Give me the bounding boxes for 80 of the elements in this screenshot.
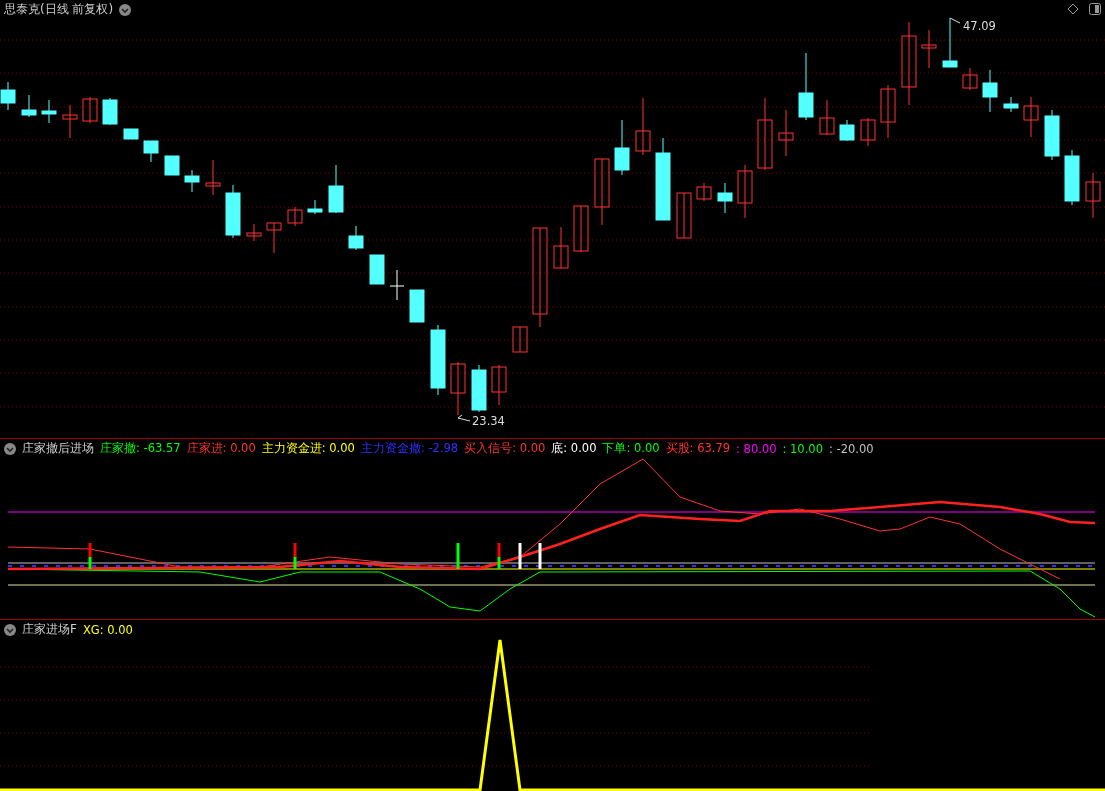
candlestick [717, 182, 733, 214]
candlestick [369, 254, 385, 285]
candlestick [696, 182, 712, 202]
chart-title: 思泰克(日线 前复权) [4, 1, 114, 18]
indicator-value: XG: 0.00 [82, 622, 133, 637]
candlestick [921, 29, 937, 69]
signal-bar [293, 543, 297, 569]
candlestick [880, 84, 896, 139]
candlestick [962, 67, 978, 91]
candlestick [450, 361, 466, 416]
candlestick [205, 159, 221, 196]
candlestick [491, 364, 507, 406]
candlestick [409, 289, 425, 323]
high-price-marker [949, 17, 961, 24]
signal-bar [518, 543, 522, 569]
low-price-label: 23.34 [472, 414, 505, 428]
indicator-name: 庄家撤后进场 [22, 440, 94, 457]
candlestick [1085, 172, 1101, 219]
dropdown-icon[interactable] [4, 623, 16, 636]
indicator-value: : 80.00 [736, 441, 777, 456]
candlestick [102, 97, 118, 126]
indicator-value: 底: 0.00 [551, 441, 597, 456]
signal-bar [538, 543, 542, 569]
candlestick [594, 158, 610, 226]
candlestick [982, 69, 998, 113]
candlestick [1044, 109, 1060, 161]
candlestick [184, 169, 200, 193]
candlestick [778, 109, 794, 157]
panel-toggle-icon[interactable] [1089, 3, 1101, 15]
candlestick [123, 128, 139, 140]
candlestick [553, 226, 569, 269]
candlestick [348, 225, 364, 251]
indicator-value: 庄家撤: -63.57 [100, 441, 181, 456]
signal-bar [497, 543, 501, 569]
candlestick [328, 164, 344, 214]
candlestick [819, 99, 835, 136]
signal-bar [88, 543, 92, 569]
candlestick [471, 364, 487, 413]
candlestick [1023, 96, 1039, 138]
dropdown-icon[interactable] [4, 442, 16, 455]
candlestick [635, 97, 651, 156]
indicator-value: 主力资金进: 0.00 [261, 441, 355, 456]
candlestick [21, 94, 37, 118]
candlestick [798, 52, 814, 121]
candlestick [1003, 96, 1019, 113]
candlestick [164, 155, 180, 176]
candlestick [0, 81, 16, 111]
indicator-value: 买入信号: 0.00 [464, 441, 546, 456]
candlestick [942, 17, 958, 68]
candlestick [676, 192, 692, 239]
indicator-value: : 10.00 [782, 441, 823, 456]
indicator-name: 庄家进场F [22, 621, 77, 638]
indicator-value: 买股: 63.79 [665, 441, 731, 456]
signal-bar [456, 543, 460, 569]
low-price-marker [457, 414, 471, 422]
indicator-value: : -20.00 [828, 441, 874, 456]
candlestick [225, 184, 241, 239]
candlestick [614, 119, 630, 176]
candlestick [839, 119, 855, 142]
candlestick [287, 206, 303, 227]
indicator-value: 主力资金撤: -2.98 [360, 441, 459, 456]
candlestick [41, 99, 57, 124]
candlestick [389, 269, 405, 301]
candlestick [82, 96, 98, 124]
indicator-value: 庄家进: 0.00 [186, 441, 256, 456]
candlestick [143, 140, 159, 163]
candlestick [62, 104, 78, 139]
candlestick [1064, 149, 1080, 206]
candlestick [307, 199, 323, 215]
candlestick [246, 223, 262, 242]
indicator-value: 下单: 0.00 [602, 441, 660, 456]
candlestick [266, 222, 282, 254]
diamond-icon[interactable] [1067, 3, 1079, 15]
dropdown-icon[interactable] [119, 3, 132, 16]
candlestick [573, 205, 589, 253]
high-price-label: 47.09 [963, 19, 996, 33]
candlestick [512, 326, 528, 353]
candlestick [737, 164, 753, 219]
candlestick [430, 324, 446, 396]
candlestick [860, 117, 876, 147]
